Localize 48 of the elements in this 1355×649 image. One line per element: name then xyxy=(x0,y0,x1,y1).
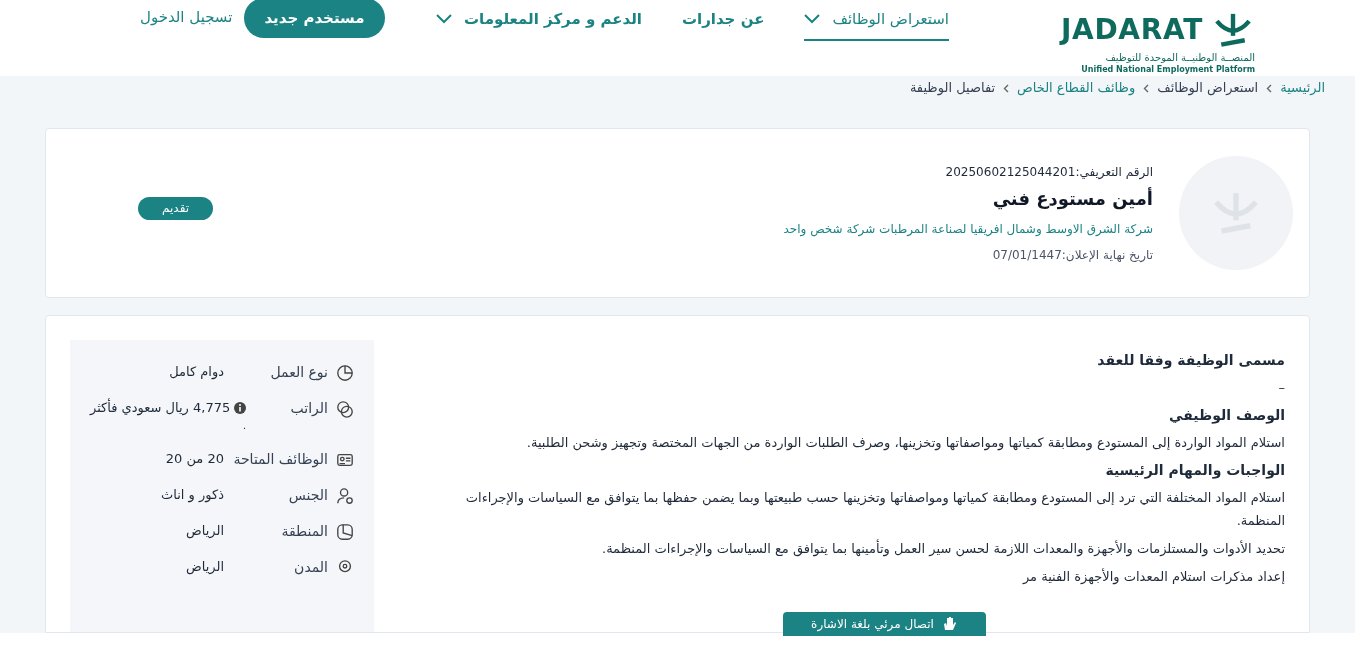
section-text: استلام المواد الواردة إلى المستودع ومطابقة كمياتها ومواصفاتها وتخزينها، وصرف الطلبات الواردة من الجهات المختصة وتجهيز وشحن الطلبية. xyxy=(525,434,1285,453)
section-text: – xyxy=(1277,379,1285,397)
login-link[interactable]: تسجيل الدخول xyxy=(140,0,233,29)
detail-value: 20 من 20 xyxy=(165,450,224,469)
map-icon xyxy=(336,522,354,541)
section-heading: الواجبات والمهام الرئيسية xyxy=(1104,461,1285,481)
breadcrumb-item[interactable]: استعراض الوظائف xyxy=(1157,78,1259,98)
detail-label: المدن xyxy=(294,558,328,577)
detail-value: الرياض xyxy=(185,558,224,577)
nav-tab[interactable]: استعراض الوظائف xyxy=(804,8,949,41)
section-text: استلام المواد المختلفة التي ترد إلى المستودع ومطابقة كمياتها ومواصفاتها وتخزينها حسب طبيعتها وبما يضمن حفظها بما يتوافق مع السياسات والإجراءات المنظمة. xyxy=(464,489,1285,530)
detail-label: الجنس xyxy=(288,486,328,506)
logo-wordmark: JADARAT xyxy=(1060,12,1203,48)
nav-tab[interactable]: الدعم و مركز المعلومات xyxy=(436,8,642,41)
detail-label: الوظائف المتاحة xyxy=(233,450,328,470)
section-heading: الوصف الوظيفي xyxy=(1168,406,1285,426)
breadcrumb-item[interactable]: الرئيسية xyxy=(1280,78,1325,98)
breadcrumb-item[interactable]: وظائف القطاع الخاص xyxy=(1017,78,1136,98)
detail-value: 4,775 ريال سعودي فأكثر xyxy=(90,398,231,418)
detail-label: الراتب xyxy=(290,399,328,418)
section-text: تحديد الأدوات والمستلزمات والأجهزة والمعدات اللازمة لحسن سير العمل وتأمينها بما يتوافق مع السياسات والإجراءات المنظمة. xyxy=(601,538,1285,559)
user-icon xyxy=(336,486,354,505)
pie-chart-icon xyxy=(336,363,354,382)
sign-language-button[interactable]: اتصال مرئي بلغة الاشارة xyxy=(783,612,986,636)
detail-label: المنطقة xyxy=(281,522,328,541)
detail-value: دوام كامل xyxy=(169,363,224,382)
hand-icon xyxy=(941,616,958,632)
chevron-left-icon xyxy=(1266,83,1273,93)
chevron-left-icon xyxy=(1143,83,1150,93)
logo-subtitle: Unified National Employment Platform xyxy=(1081,64,1255,75)
logo-subtitle: المنصــة الوطنيــة الموحدة للتوظيف xyxy=(1105,52,1255,65)
apply-button[interactable]: تقديم xyxy=(138,196,214,220)
detail-value: الرياض xyxy=(185,522,224,541)
coins-icon xyxy=(336,399,354,418)
info-icon xyxy=(234,401,247,414)
section-text: إعداد مذكرات استلام المعدات والأجهزة الفنية مر xyxy=(1021,567,1285,587)
new-user-button[interactable]: مستخدم جديد xyxy=(244,0,385,38)
company-link[interactable]: شركة الشرق الاوسط وشمال افريقيا لصناعة المرطبات شركة شخص واحد xyxy=(213,219,1153,238)
chevron-left-icon xyxy=(1003,83,1010,93)
breadcrumb-item[interactable]: تفاصيل الوظيفة xyxy=(909,78,996,98)
detail-value: ذكور و اناث xyxy=(161,486,224,505)
detail-note: . xyxy=(241,417,247,434)
section-heading: مسمى الوظيفة وفقا للعقد xyxy=(1096,351,1285,371)
chevron-down-icon xyxy=(436,14,452,25)
nav-tab[interactable]: عن جدارات xyxy=(681,8,765,41)
job-title: أمين مستودع فني xyxy=(991,186,1153,212)
chevron-down-icon xyxy=(804,14,821,25)
detail-label: نوع العمل xyxy=(270,363,328,383)
